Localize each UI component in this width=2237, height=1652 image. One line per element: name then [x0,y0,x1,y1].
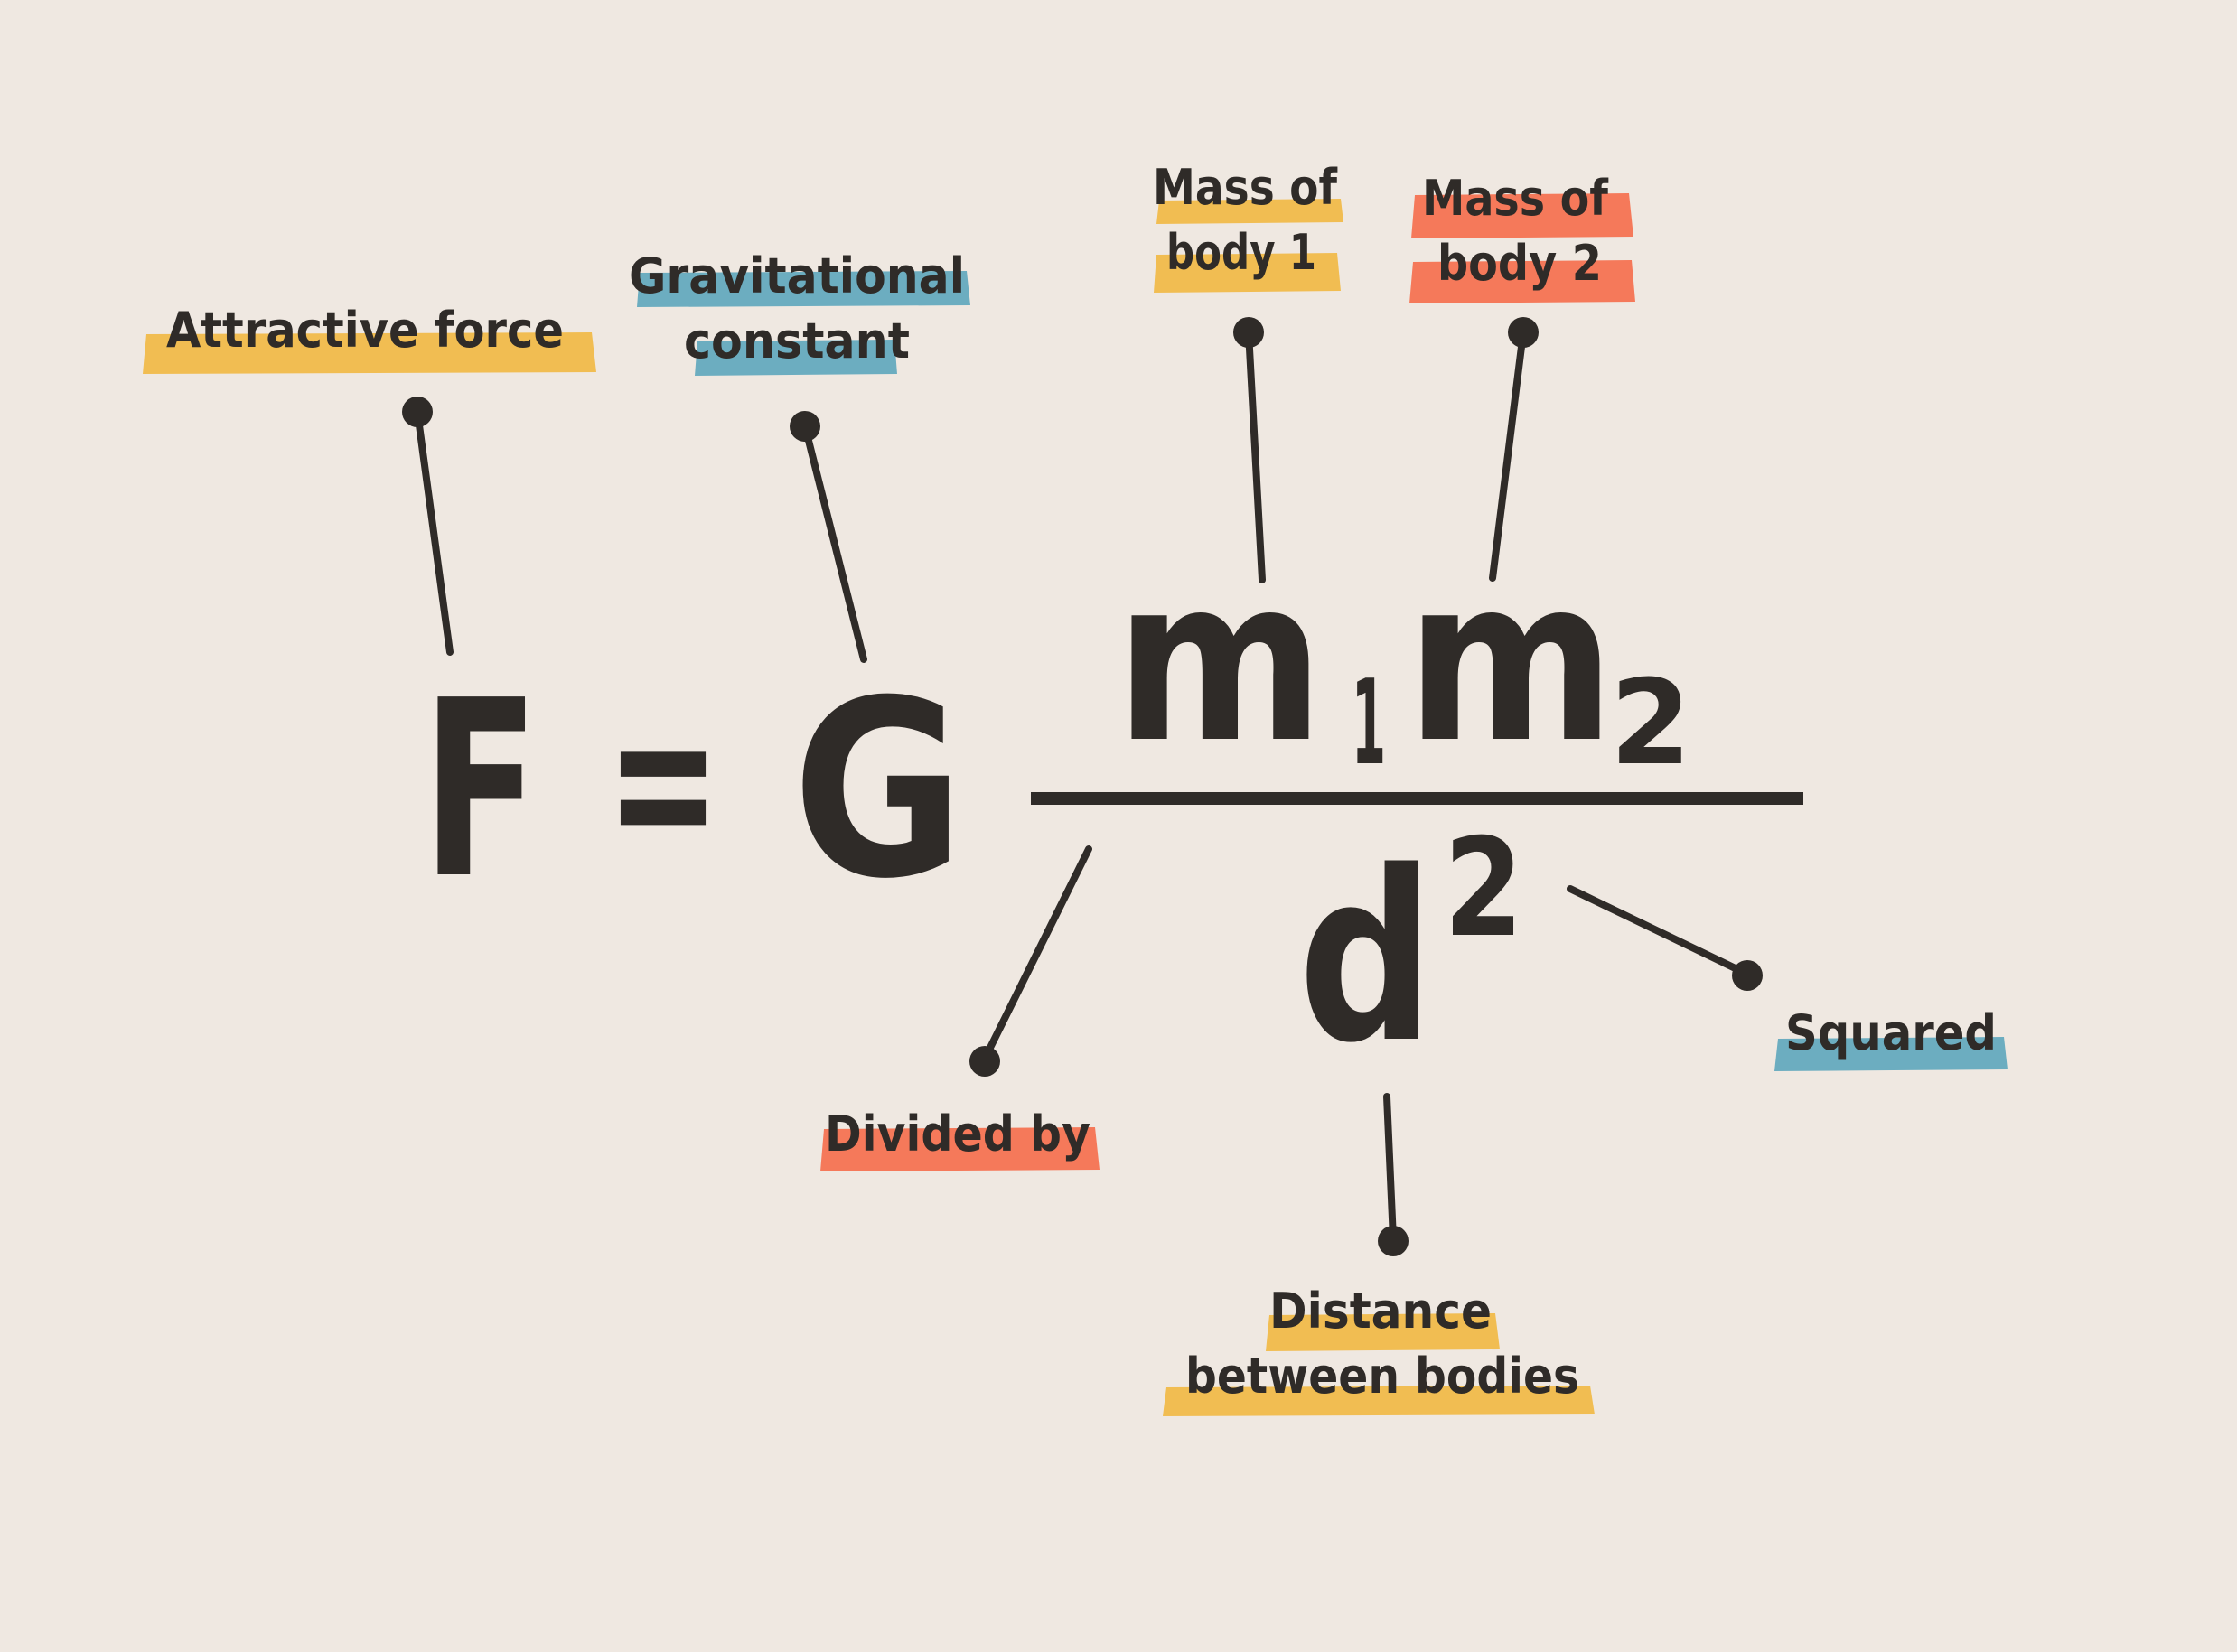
symbol-mass-2: m [1406,529,1615,792]
label-squared: Squared [1785,1004,1997,1061]
symbol-gravitational-constant: G [792,648,964,932]
label-constant: constant [684,313,910,369]
dot-distance [1378,1226,1409,1256]
diagram-svg: Attractive force Gravitational constant … [0,0,2237,1652]
symbol-mass-1: m [1115,529,1324,792]
fraction-bar [1031,792,1803,805]
symbol-equals: = [606,655,720,908]
label-mass-body2-line2: body 2 [1437,235,1602,292]
gravitation-formula-diagram: Attractive force Gravitational constant … [0,0,2237,1652]
dot-mass-body2 [1508,317,1539,348]
symbol-force: F [422,648,539,932]
label-divided-by: Divided by [825,1106,1090,1162]
dot-gravitational-constant [790,411,820,442]
subscript-1: 1 [1352,654,1386,791]
dot-squared [1732,960,1763,991]
dot-attractive-force [402,397,433,427]
exponent-2: 2 [1444,810,1523,967]
symbol-distance: d [1298,822,1434,1095]
label-gravitational: Gravitational [629,247,965,304]
label-attractive-force: Attractive force [166,302,564,359]
label-mass-body1-line1: Mass of [1153,159,1337,216]
label-mass-body1-line2: body 1 [1166,224,1316,281]
label-distance-line1: Distance [1269,1283,1492,1339]
subscript-2: 2 [1610,654,1691,791]
label-distance-line2: between bodies [1185,1348,1579,1405]
dot-mass-body1 [1233,317,1264,348]
background [0,0,2237,1652]
label-mass-body2-line1: Mass of [1422,170,1608,227]
dot-divided-by [969,1046,1000,1077]
